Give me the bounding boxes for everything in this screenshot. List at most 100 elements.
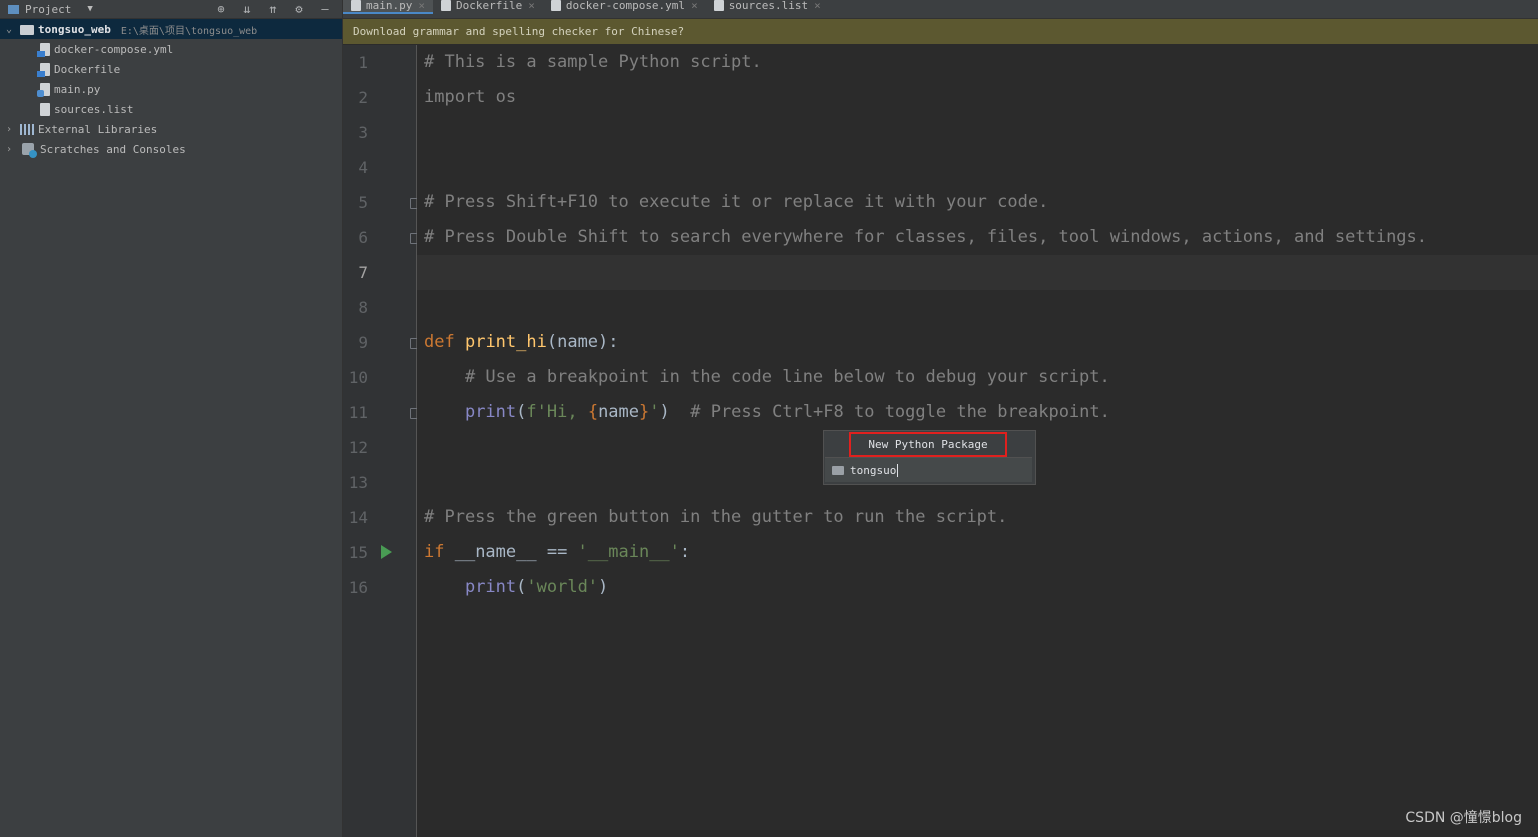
line-number: 5 bbox=[358, 193, 368, 212]
chevron-right-icon[interactable]: › bbox=[2, 144, 16, 155]
gear-icon[interactable]: ⚙ bbox=[290, 2, 308, 16]
code-token: # Press Double Shift to search everywher… bbox=[424, 227, 1428, 247]
spellcheck-banner[interactable]: Download grammar and spelling checker fo… bbox=[343, 19, 1538, 44]
python-file-icon bbox=[351, 0, 361, 11]
tab-label: main.py bbox=[366, 0, 413, 12]
tree-item-docker-compose[interactable]: docker-compose.yml bbox=[0, 39, 342, 59]
banner-text: Download grammar and spelling checker fo… bbox=[353, 25, 685, 38]
project-panel-title[interactable]: Project bbox=[25, 3, 71, 16]
tree-item-dockerfile[interactable]: Dockerfile bbox=[0, 59, 342, 79]
chevron-down-icon[interactable]: ▼ bbox=[87, 4, 92, 14]
tree-item-path: E:\桌面\项目\tongsuo_web bbox=[120, 25, 258, 37]
code-line[interactable]: # Press Double Shift to search everywher… bbox=[417, 220, 1538, 255]
code-line[interactable]: # Press Shift+F10 to execute it or repla… bbox=[417, 185, 1538, 220]
close-icon[interactable]: × bbox=[528, 0, 535, 12]
scratches-icon bbox=[22, 143, 37, 158]
tree-item-scratches[interactable]: › Scratches and Consoles bbox=[0, 139, 342, 159]
line-number: 8 bbox=[358, 298, 368, 317]
yml-file-icon bbox=[37, 42, 50, 57]
code-line-current[interactable] bbox=[417, 255, 1538, 290]
line-number: 9 bbox=[358, 333, 368, 352]
project-icon bbox=[8, 4, 19, 14]
docker-file-icon bbox=[440, 0, 451, 11]
tree-item-label: docker-compose.yml bbox=[54, 42, 174, 56]
code-line[interactable]: import os bbox=[417, 80, 1538, 115]
code-line[interactable]: def print_hi(name): bbox=[417, 325, 1538, 360]
expand-all-icon[interactable]: ⇊ bbox=[238, 2, 256, 16]
line-number: 2 bbox=[358, 88, 368, 107]
code-line[interactable]: # Press the green button in the gutter t… bbox=[417, 500, 1538, 535]
line-number: 12 bbox=[348, 438, 368, 457]
tree-item-tongsuo-web[interactable]: ⌄ tongsuo_web E:\桌面\项目\tongsuo_web bbox=[0, 19, 342, 39]
code-token: if __name__ == '__main__': bbox=[424, 542, 691, 562]
tree-item-label: sources.list bbox=[54, 102, 134, 116]
line-number: 16 bbox=[348, 578, 368, 597]
collapse-all-icon[interactable]: ⇈ bbox=[264, 2, 282, 16]
tab-label: Dockerfile bbox=[455, 0, 523, 12]
docker-file-icon bbox=[37, 62, 50, 77]
close-icon[interactable]: × bbox=[691, 0, 698, 12]
code-line[interactable] bbox=[417, 150, 1538, 185]
tree-item-external-libraries[interactable]: › External Libraries bbox=[0, 119, 342, 139]
code-line[interactable] bbox=[417, 290, 1538, 325]
line-number: 13 bbox=[348, 473, 368, 492]
watermark: CSDN @憧憬blog bbox=[1405, 810, 1522, 826]
tab-label: docker-compose.yml bbox=[565, 0, 686, 12]
code-token: # Press Shift+F10 to execute it or repla… bbox=[424, 192, 1049, 212]
tree-item-main-py[interactable]: main.py bbox=[0, 79, 342, 99]
chevron-down-icon[interactable]: ⌄ bbox=[2, 24, 16, 35]
text-file-icon bbox=[713, 0, 724, 11]
editor-tabs: main.py × Dockerfile × docker-compose.ym… bbox=[343, 0, 1538, 19]
hide-icon[interactable]: — bbox=[316, 2, 334, 16]
tree-item-label: External Libraries bbox=[38, 122, 158, 136]
project-panel: Project ▼ ⊕ ⇊ ⇈ ⚙ — ⌄ tongsuo_web E:\桌面\… bbox=[0, 0, 343, 837]
tree-item-label: main.py bbox=[54, 82, 101, 96]
folder-icon bbox=[20, 25, 34, 35]
code-token: # Use a breakpoint in the code line belo… bbox=[424, 367, 1110, 387]
python-file-icon bbox=[37, 82, 50, 97]
line-number: 11 bbox=[348, 403, 368, 422]
code-line[interactable]: # Use a breakpoint in the code line belo… bbox=[417, 360, 1538, 395]
project-panel-header: Project ▼ ⊕ ⇊ ⇈ ⚙ — bbox=[0, 0, 342, 19]
code-token: def print_hi(name): bbox=[424, 332, 619, 352]
text-caret bbox=[897, 463, 899, 477]
code-line[interactable] bbox=[417, 115, 1538, 150]
yml-file-icon bbox=[550, 0, 561, 11]
tree-item-sources-list[interactable]: sources.list bbox=[0, 99, 342, 119]
package-name-value[interactable]: tongsuo bbox=[850, 464, 896, 477]
code-line[interactable]: print('world') bbox=[417, 570, 1538, 605]
locate-icon[interactable]: ⊕ bbox=[212, 2, 230, 16]
editor-gutter[interactable]: 1 2 3 4 5 6 7 8 9 10 11 12 13 14 15 16 bbox=[343, 45, 421, 837]
line-number: 4 bbox=[358, 158, 368, 177]
text-file-icon bbox=[40, 102, 50, 116]
run-icon[interactable] bbox=[381, 545, 392, 559]
line-number: 3 bbox=[358, 123, 368, 142]
line-number: 15 bbox=[348, 543, 368, 562]
code-line[interactable]: # This is a sample Python script. bbox=[417, 45, 1538, 80]
package-name-input[interactable]: tongsuo bbox=[825, 457, 1032, 482]
line-number: 1 bbox=[358, 53, 368, 72]
close-icon[interactable]: × bbox=[418, 0, 425, 12]
tree-item-label: Dockerfile bbox=[54, 62, 121, 76]
code-token: print(f'Hi, {name}') # Press Ctrl+F8 to … bbox=[464, 402, 1110, 422]
code-token: # Press the green button in the gutter t… bbox=[424, 507, 1008, 527]
tab-docker-compose[interactable]: docker-compose.yml × bbox=[543, 0, 706, 12]
new-python-package-popup: New Python Package tongsuo bbox=[823, 430, 1036, 485]
code-token: # This is a sample Python script. bbox=[424, 52, 762, 72]
line-number: 14 bbox=[348, 508, 368, 527]
line-number: 7 bbox=[358, 263, 368, 282]
chevron-right-icon[interactable]: › bbox=[2, 124, 16, 135]
code-line[interactable]: print(f'Hi, {name}') # Press Ctrl+F8 to … bbox=[417, 395, 1538, 430]
tab-main-py[interactable]: main.py × bbox=[343, 0, 433, 14]
tree-item-label: tongsuo_web bbox=[38, 22, 111, 36]
tab-sources-list[interactable]: sources.list × bbox=[706, 0, 829, 12]
popup-title: New Python Package bbox=[849, 432, 1007, 457]
line-number: 10 bbox=[348, 368, 368, 387]
line-number: 6 bbox=[358, 228, 368, 247]
code-line[interactable]: if __name__ == '__main__': bbox=[417, 535, 1538, 570]
code-token: print('world') bbox=[464, 577, 609, 597]
code-token: import os bbox=[424, 87, 517, 107]
tab-dockerfile[interactable]: Dockerfile × bbox=[433, 0, 543, 12]
close-icon[interactable]: × bbox=[814, 0, 821, 12]
folder-icon bbox=[832, 465, 844, 475]
